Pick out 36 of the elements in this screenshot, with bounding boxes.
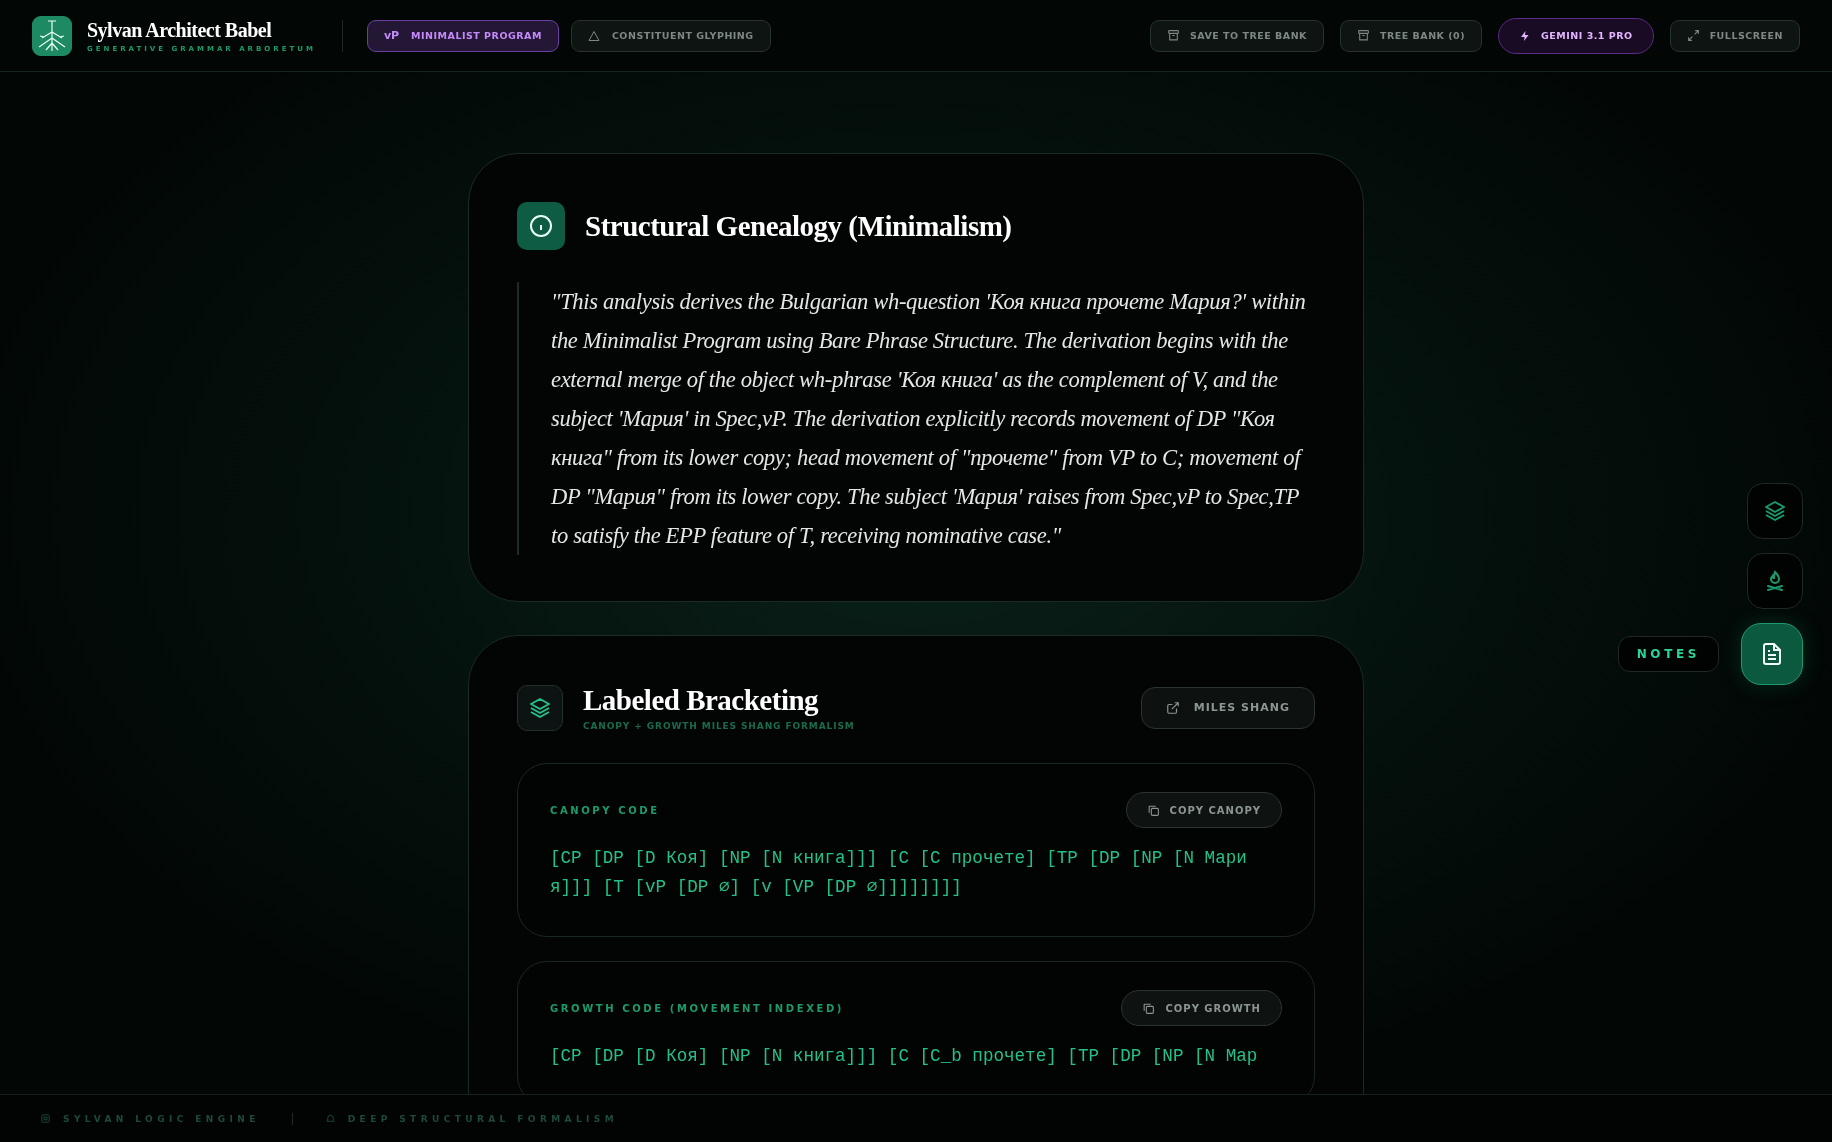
footer-label: SYLVAN LOGIC ENGINE — [63, 1113, 260, 1124]
card-subtitle: CANOPY + GROWTH MILES SHANG FORMALISM — [583, 721, 856, 731]
tooltip: NOTES — [1617, 636, 1719, 672]
triangle-icon — [587, 29, 600, 42]
layers-icon — [517, 684, 563, 731]
tree-bank-button[interactable]: TREE BANK (0) — [1339, 19, 1483, 52]
mode-tab[interactable]: vP MINIMALIST PROGRAM — [366, 19, 559, 52]
save-button[interactable]: SAVE TO TREE BANK — [1149, 19, 1324, 52]
external-link-button[interactable]: MILES SHANG — [1140, 686, 1315, 729]
copy-icon — [1142, 1001, 1156, 1015]
code-label: GROWTH CODE (MOVEMENT INDEXED) — [550, 1002, 844, 1014]
app-title: Sylvan Architect Babel — [87, 18, 273, 42]
expand-icon — [1686, 29, 1700, 42]
archive-icon — [1166, 29, 1180, 42]
fullscreen-button[interactable]: FULLSCREEN — [1669, 19, 1800, 52]
footer-label: DEEP STRUCTURAL FORMALISM — [347, 1113, 619, 1124]
bracket-code: [CP [DP [D Коя] [NP [N книга]]] [C [C прочете] [TP [DP [NP [N Мария]]] [T [vP [DP ⌀] [v [VP [DP ⌀]]]]]]]] — [550, 847, 1248, 899]
dock-button[interactable] — [1741, 623, 1803, 685]
archive-icon — [1356, 29, 1370, 42]
model-button[interactable]: GEMINI 3.1 PRO — [1498, 17, 1654, 54]
info-icon — [517, 202, 565, 250]
copy-button[interactable]: COPY GROWTH — [1121, 990, 1282, 1026]
logo-icon — [32, 15, 72, 56]
analysis-quote: "This analysis derives the Bulgarian wh-question 'Коя книга прочете Мария?' within the Minimalist Program using Bare Phrase Structure. The derivation begins with the external merge of the object wh-phrase 'Коя книга' as the complement of V, and the subject 'Мария' in Spec,vP. The derivation explicitly records movement of DP "Коя книга" from its lower copy; head movement of "прочете" from VP to C; movement of DP "Мария" from its lower copy. The subject 'Мария' raises from Spec,vP to Spec,TP to satisfy the EPP feature of T, receiving nominative case." — [517, 282, 1315, 555]
bracket-code: [CP [DP [D Коя] [NP [N книга]]] [C [C_b прочете] [TP [DP [NP [N Мар — [550, 1045, 1259, 1068]
copy-button[interactable]: COPY CANOPY — [1125, 792, 1282, 828]
copy-icon — [1146, 803, 1160, 817]
card-title: Labeled Bracketing — [583, 684, 820, 717]
bell-icon — [324, 1113, 336, 1124]
cpu-icon — [40, 1113, 51, 1124]
layers-icon — [1763, 499, 1787, 523]
card-title: Structural Genealogy (Minimalism) — [585, 209, 1012, 243]
document-icon — [1760, 642, 1784, 666]
mode-tab[interactable]: CONSTITUENT GLYPHING — [570, 19, 771, 52]
external-link-icon — [1165, 700, 1180, 715]
code-label: CANOPY CODE — [550, 804, 660, 816]
